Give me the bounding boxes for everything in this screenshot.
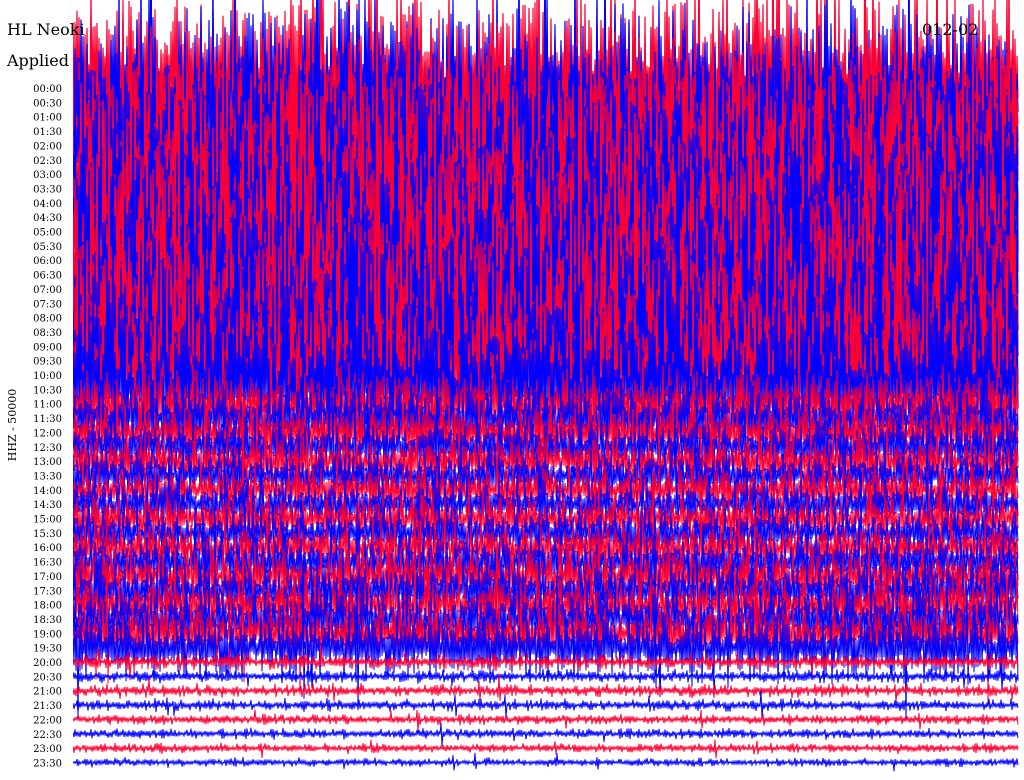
- time-tick-label: 18:00: [33, 601, 62, 612]
- y-axis-label: HHZ - 50000: [6, 389, 19, 462]
- time-tick-label: 19:00: [33, 629, 62, 640]
- time-tick-label: 07:30: [33, 299, 62, 310]
- station-title: HL Neoki: [7, 20, 85, 39]
- time-tick-label: 21:30: [33, 701, 62, 712]
- seismogram-page: 00:00 00:30 01:00 01:30 02:00 02:30 03:00 03:30…: [0, 0, 1024, 780]
- time-tick-label: 22:00: [33, 715, 62, 726]
- time-tick-label: 09:00: [33, 342, 62, 353]
- time-tick-label: 15:30: [33, 529, 62, 540]
- time-tick-label: 23:00: [33, 744, 62, 755]
- time-tick-label: 17:30: [33, 586, 62, 597]
- time-tick-label: 13:30: [33, 471, 62, 482]
- time-tick-label: 21:00: [33, 687, 62, 698]
- date-label: 012-02: [922, 20, 979, 39]
- time-tick-label: 13:00: [33, 457, 62, 468]
- time-tick-label: 18:30: [33, 615, 62, 626]
- seismogram-plot: 00:00 00:30 01:00 01:30 02:00 02:30 03:00 03:30…: [0, 0, 1019, 780]
- time-tick-label: 12:30: [33, 443, 62, 454]
- time-tick-label: 17:00: [33, 572, 62, 583]
- time-tick-label: 16:00: [33, 543, 62, 554]
- time-tick-label: 15:00: [33, 515, 62, 526]
- time-tick-label: 09:30: [33, 357, 62, 368]
- time-tick-label: 02:30: [33, 156, 62, 167]
- trace-line-2330: [72, 752, 1019, 772]
- time-tick-label: 03:30: [33, 184, 62, 195]
- time-tick-label: 05:30: [33, 242, 62, 253]
- time-tick-label: 14:30: [33, 500, 62, 511]
- time-tick-label: 00:00: [33, 84, 62, 95]
- time-tick-label: 11:30: [33, 414, 62, 425]
- trace-layer: [0, 0, 1019, 780]
- time-tick-label: 08:30: [33, 328, 62, 339]
- time-tick-label: 01:30: [33, 127, 62, 138]
- time-tick-label: 07:00: [33, 285, 62, 296]
- time-tick-label: 12:00: [33, 428, 62, 439]
- time-tick-label: 04:00: [33, 199, 62, 210]
- time-tick-label: 20:00: [33, 658, 62, 669]
- time-tick-label: 10:00: [33, 371, 62, 382]
- time-tick-label: 04:30: [33, 213, 62, 224]
- time-tick-label: 20:30: [33, 672, 62, 683]
- filter-subtitle: Applied: [7, 51, 69, 70]
- trace-line-2200: [72, 709, 1019, 732]
- time-tick-label: 22:30: [33, 730, 62, 741]
- time-tick-label: 19:30: [33, 644, 62, 655]
- time-tick-label: 06:00: [33, 256, 62, 267]
- trace-line-2300: [72, 739, 1019, 759]
- time-tick-label: 10:30: [33, 385, 62, 396]
- time-tick-label: 01:00: [33, 113, 62, 124]
- time-tick-label: 14:00: [33, 486, 62, 497]
- time-tick-label: 16:30: [33, 558, 62, 569]
- time-tick-label: 05:00: [33, 228, 62, 239]
- time-tick-label: 08:00: [33, 314, 62, 325]
- time-tick-label: 03:00: [33, 170, 62, 181]
- time-tick-label: 02:00: [33, 141, 62, 152]
- time-tick-label: 06:30: [33, 271, 62, 282]
- time-tick-label: 23:30: [33, 758, 62, 769]
- time-tick-label: 00:30: [33, 98, 62, 109]
- trace-line-2230: [72, 722, 1019, 746]
- time-tick-label: 11:00: [33, 400, 62, 411]
